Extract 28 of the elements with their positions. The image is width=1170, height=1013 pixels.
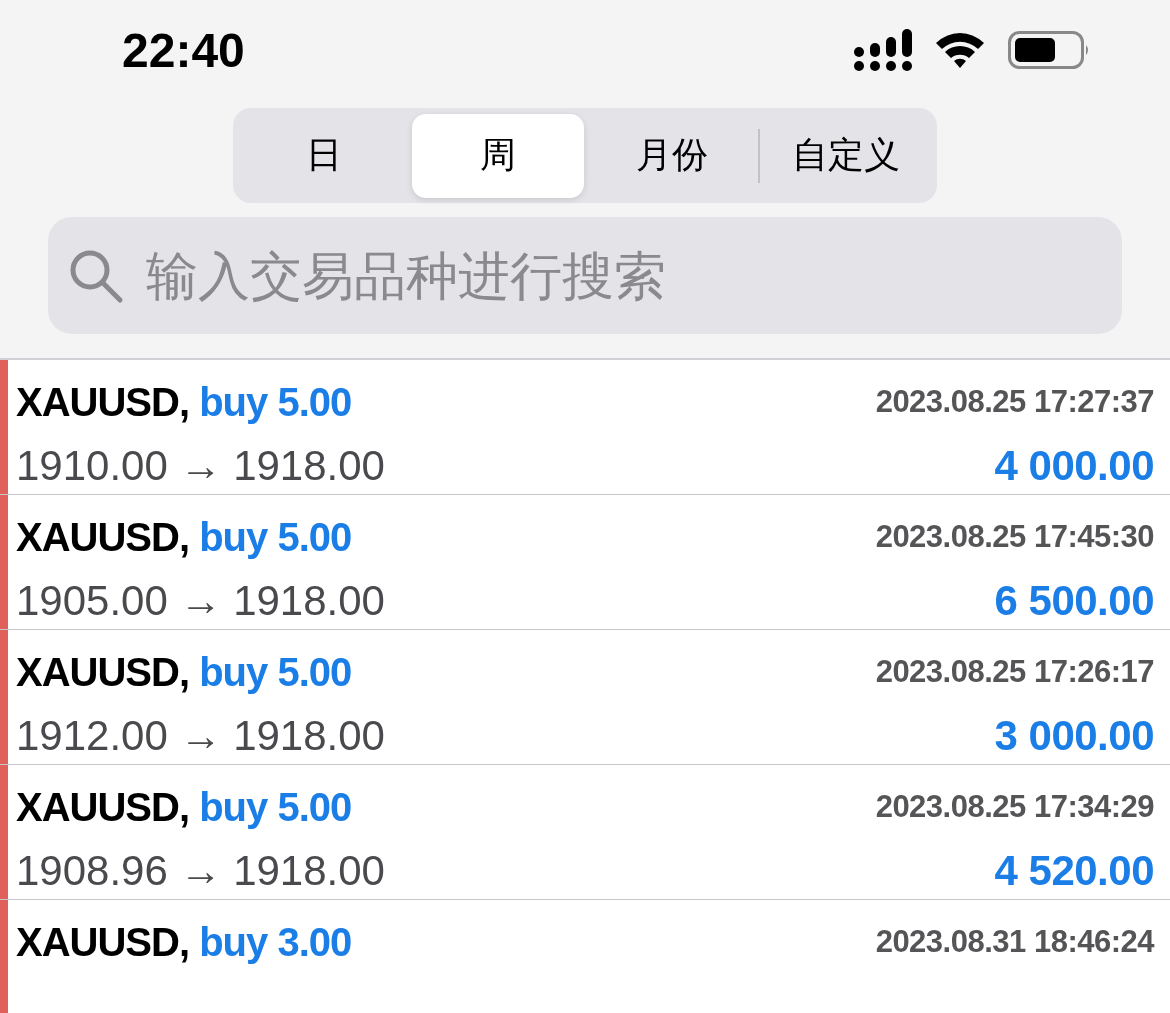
trade-title: XAUUSD, buy 5.00 xyxy=(16,784,352,830)
period-tab[interactable]: 周 xyxy=(412,113,584,198)
trade-time: 2023.08.31 18:46:24 xyxy=(875,924,1154,960)
trade-time: 2023.08.25 17:34:29 xyxy=(875,789,1154,825)
trade-profit: 4 520.00 xyxy=(994,847,1154,895)
signal-icon xyxy=(854,29,912,71)
period-tab[interactable]: 日 xyxy=(238,113,410,198)
wifi-icon xyxy=(934,31,986,69)
trade-prices: 1912.00 → 1918.00 xyxy=(16,712,385,760)
trade-title: XAUUSD, buy 3.00 xyxy=(16,919,352,965)
search-input[interactable]: 输入交易品种进行搜索 xyxy=(144,244,1122,307)
trade-profit: 3 000.00 xyxy=(994,712,1154,760)
trade-title: XAUUSD, buy 5.00 xyxy=(16,649,352,695)
trade-time: 2023.08.25 17:26:17 xyxy=(875,654,1154,690)
trade-profit: 4 000.00 xyxy=(994,442,1154,490)
trade-prices: 1908.96 → 1918.00 xyxy=(16,847,385,895)
search-bar[interactable]: 输入交易品种进行搜索 xyxy=(48,217,1122,334)
trade-title: XAUUSD, buy 5.00 xyxy=(16,514,352,560)
trade-time: 2023.08.25 17:45:30 xyxy=(875,519,1154,555)
trade-title: XAUUSD, buy 5.00 xyxy=(16,379,352,425)
battery-icon xyxy=(1008,31,1090,69)
period-tab[interactable]: 月份 xyxy=(586,113,758,198)
status-time: 22:40 xyxy=(122,22,245,78)
trade-prices: 1905.00 → 1918.00 xyxy=(16,577,385,625)
trade-profit: 6 500.00 xyxy=(994,577,1154,625)
trade-prices: 1910.00 → 1918.00 xyxy=(16,442,385,490)
period-tab[interactable]: 自定义 xyxy=(760,113,932,198)
trade-time: 2023.08.25 17:27:37 xyxy=(875,384,1154,420)
